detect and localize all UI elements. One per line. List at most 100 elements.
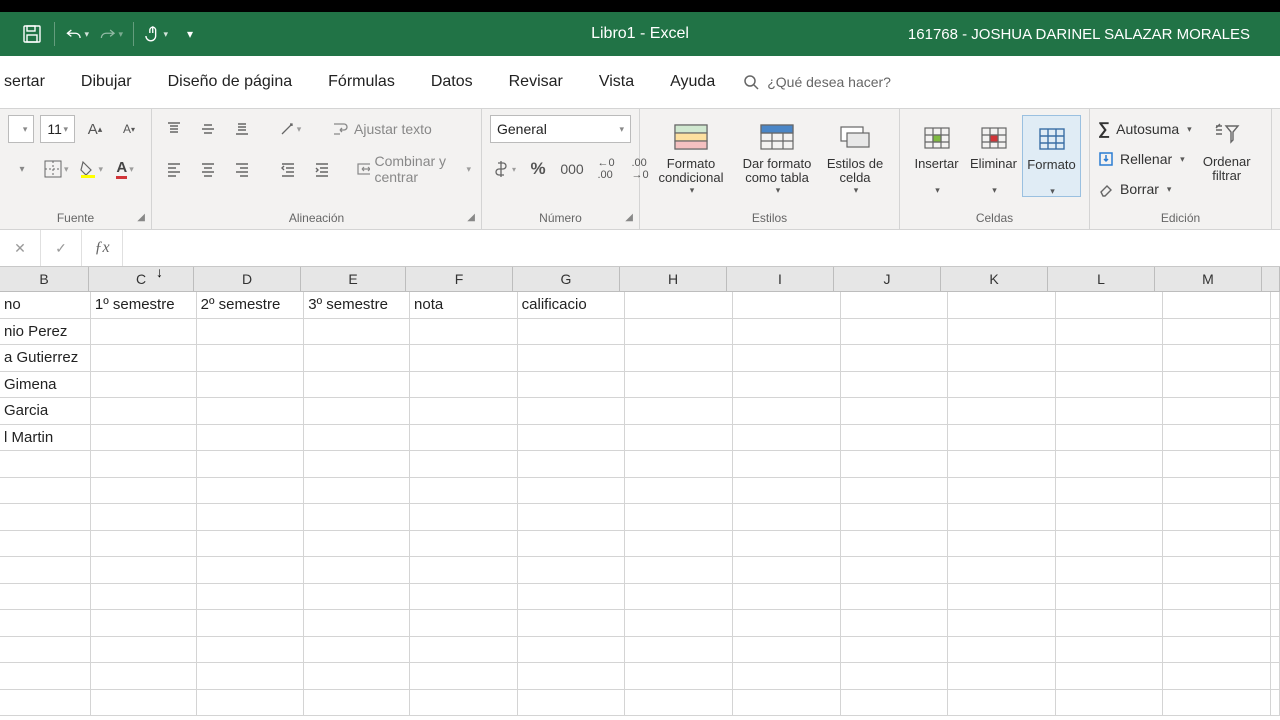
wrap-text-button[interactable]: Ajustar texto bbox=[330, 117, 434, 141]
cell-B3[interactable]: a Gutierrez bbox=[0, 345, 91, 371]
touch-mouse-icon[interactable]: ▾ bbox=[144, 22, 168, 46]
tab-data[interactable]: Datos bbox=[413, 56, 491, 108]
tab-view[interactable]: Vista bbox=[581, 56, 652, 108]
cell-E2[interactable] bbox=[304, 319, 410, 345]
cell-L6[interactable] bbox=[1056, 425, 1164, 451]
cell-H9[interactable] bbox=[625, 504, 733, 530]
qat-customize-icon[interactable]: ▾ bbox=[178, 22, 202, 46]
cell-D8[interactable] bbox=[197, 478, 305, 504]
cell-E15[interactable] bbox=[304, 663, 410, 689]
cell-F3[interactable] bbox=[410, 345, 518, 371]
autosum-button[interactable]: ∑ Autosuma ▾ bbox=[1098, 115, 1192, 143]
cell-J12[interactable] bbox=[841, 584, 949, 610]
cell-D16[interactable] bbox=[197, 690, 305, 716]
cell-J3[interactable] bbox=[841, 345, 949, 371]
grid-row[interactable]: nio Perez bbox=[0, 319, 1280, 346]
tab-insert[interactable]: sertar bbox=[0, 56, 63, 108]
grid-row[interactable] bbox=[0, 451, 1280, 478]
cell-E7[interactable] bbox=[304, 451, 410, 477]
cell-D10[interactable] bbox=[197, 531, 305, 557]
cell-E1[interactable]: 3º semestre bbox=[304, 292, 410, 318]
cell-C1[interactable]: 1º semestre bbox=[91, 292, 197, 318]
cell-F16[interactable] bbox=[410, 690, 518, 716]
cell-I15[interactable] bbox=[733, 663, 841, 689]
cell-H7[interactable] bbox=[625, 451, 733, 477]
cell-H11[interactable] bbox=[625, 557, 733, 583]
grid-row[interactable] bbox=[0, 531, 1280, 558]
cell-C9[interactable] bbox=[91, 504, 197, 530]
cell-D6[interactable] bbox=[197, 425, 305, 451]
cell-H5[interactable] bbox=[625, 398, 733, 424]
cell-G11[interactable] bbox=[518, 557, 626, 583]
fill-color-icon[interactable]: ▾ bbox=[77, 157, 106, 181]
grid-row[interactable] bbox=[0, 557, 1280, 584]
cell-M7[interactable] bbox=[1163, 451, 1271, 477]
cell-I10[interactable] bbox=[733, 531, 841, 557]
cell-D4[interactable] bbox=[197, 372, 305, 398]
cell-C7[interactable] bbox=[91, 451, 197, 477]
cell-G1[interactable]: calificacio bbox=[518, 292, 626, 318]
redo-icon[interactable]: ▾ bbox=[99, 22, 123, 46]
cell-K15[interactable] bbox=[948, 663, 1056, 689]
cell-I1[interactable] bbox=[733, 292, 841, 318]
cell-C11[interactable] bbox=[91, 557, 197, 583]
cell-D2[interactable] bbox=[197, 319, 305, 345]
cell-I7[interactable] bbox=[733, 451, 841, 477]
cell-K14[interactable] bbox=[948, 637, 1056, 663]
cell-B8[interactable] bbox=[0, 478, 91, 504]
cell-H3[interactable] bbox=[625, 345, 733, 371]
delete-cells-button[interactable]: Eliminar▾ bbox=[965, 115, 1022, 195]
cell-F11[interactable] bbox=[410, 557, 518, 583]
cell-E9[interactable] bbox=[304, 504, 410, 530]
cell-E5[interactable] bbox=[304, 398, 410, 424]
cell-E12[interactable] bbox=[304, 584, 410, 610]
align-top-icon[interactable] bbox=[160, 117, 188, 141]
cell-D9[interactable] bbox=[197, 504, 305, 530]
fill-button[interactable]: Rellenar ▾ bbox=[1098, 145, 1192, 173]
decrease-indent-icon[interactable] bbox=[274, 157, 302, 181]
cell-L4[interactable] bbox=[1056, 372, 1164, 398]
cell-K13[interactable] bbox=[948, 610, 1056, 636]
tab-draw[interactable]: Dibujar bbox=[63, 56, 150, 108]
cell-D13[interactable] bbox=[197, 610, 305, 636]
cell-H10[interactable] bbox=[625, 531, 733, 557]
cell-M4[interactable] bbox=[1163, 372, 1271, 398]
cell-M1[interactable] bbox=[1163, 292, 1271, 318]
cell-B13[interactable] bbox=[0, 610, 91, 636]
cell-I4[interactable] bbox=[733, 372, 841, 398]
cell-F10[interactable] bbox=[410, 531, 518, 557]
cell-B16[interactable] bbox=[0, 690, 91, 716]
cell-M15[interactable] bbox=[1163, 663, 1271, 689]
merge-center-button[interactable]: Combinar y centrar▾ bbox=[355, 157, 473, 181]
align-left-icon[interactable] bbox=[160, 157, 188, 181]
cell-D3[interactable] bbox=[197, 345, 305, 371]
cell-G16[interactable] bbox=[518, 690, 626, 716]
cell-B15[interactable] bbox=[0, 663, 91, 689]
cell-B7[interactable] bbox=[0, 451, 91, 477]
cell-K1[interactable] bbox=[948, 292, 1056, 318]
cell-I3[interactable] bbox=[733, 345, 841, 371]
cell-J2[interactable] bbox=[841, 319, 949, 345]
percent-icon[interactable]: % bbox=[524, 157, 552, 181]
cell-I6[interactable] bbox=[733, 425, 841, 451]
tab-review[interactable]: Revisar bbox=[491, 56, 581, 108]
cell-D14[interactable] bbox=[197, 637, 305, 663]
cancel-icon[interactable]: ✕ bbox=[0, 230, 41, 266]
cell-F12[interactable] bbox=[410, 584, 518, 610]
font-color-icon[interactable]: A▾ bbox=[111, 157, 139, 181]
cell-K16[interactable] bbox=[948, 690, 1056, 716]
col-header-E[interactable]: E bbox=[301, 267, 406, 291]
cell-F7[interactable] bbox=[410, 451, 518, 477]
cell-H4[interactable] bbox=[625, 372, 733, 398]
cell-K10[interactable] bbox=[948, 531, 1056, 557]
grid-row[interactable]: Gimena bbox=[0, 372, 1280, 399]
cell-E11[interactable] bbox=[304, 557, 410, 583]
cell-G5[interactable] bbox=[518, 398, 626, 424]
cell-C5[interactable] bbox=[91, 398, 197, 424]
number-format-dropdown[interactable]: General▾ bbox=[490, 115, 631, 143]
cell-K12[interactable] bbox=[948, 584, 1056, 610]
grid-row[interactable] bbox=[0, 584, 1280, 611]
col-header-H[interactable]: H bbox=[620, 267, 727, 291]
cell-M11[interactable] bbox=[1163, 557, 1271, 583]
cell-B9[interactable] bbox=[0, 504, 91, 530]
